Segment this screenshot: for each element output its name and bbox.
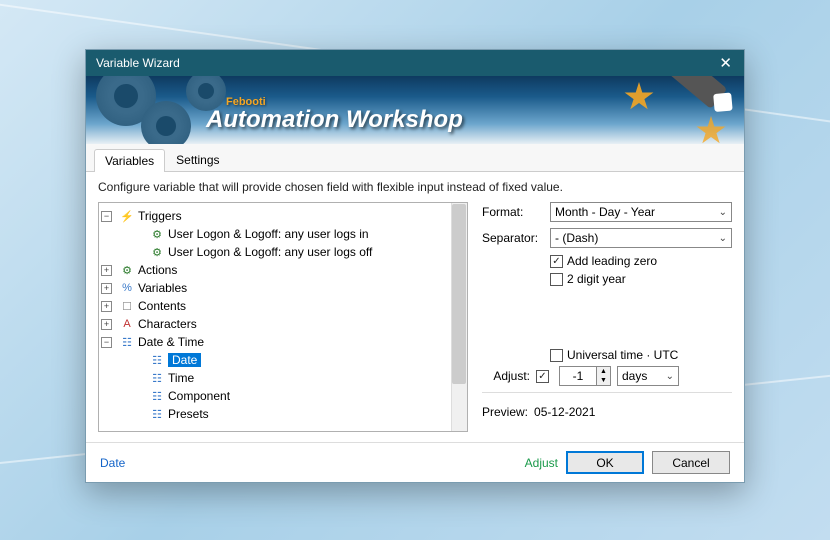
leading-zero-label: Add leading zero bbox=[567, 254, 657, 268]
tree-label[interactable]: Date & Time bbox=[138, 335, 204, 349]
pen-icon bbox=[635, 76, 743, 144]
tree-label[interactable]: Component bbox=[168, 389, 230, 403]
separator-select[interactable]: - (Dash) ⌄ bbox=[550, 228, 732, 248]
ok-button[interactable]: OK bbox=[566, 451, 644, 474]
tab-row: Variables Settings bbox=[86, 144, 744, 172]
separator-label: Separator: bbox=[482, 231, 544, 245]
expand-toggle[interactable]: + bbox=[101, 301, 112, 312]
adjust-indicator: Adjust bbox=[525, 456, 558, 470]
tree-label[interactable]: Presets bbox=[168, 407, 209, 421]
two-digit-label: 2 digit year bbox=[567, 272, 626, 286]
two-digit-checkbox[interactable] bbox=[550, 273, 563, 286]
spinner-down-icon[interactable]: ▼ bbox=[597, 376, 610, 385]
presets-icon: ☷ bbox=[150, 407, 164, 421]
adjust-label: Adjust: bbox=[482, 369, 530, 383]
brand-title: Automation Workshop bbox=[206, 106, 463, 134]
user-icon: ⚙ bbox=[150, 245, 164, 259]
tree-label[interactable]: Characters bbox=[138, 317, 197, 331]
banner: Febooti Automation Workshop bbox=[86, 76, 744, 144]
tree-label[interactable]: Time bbox=[168, 371, 194, 385]
expand-toggle[interactable]: + bbox=[101, 283, 112, 294]
tree-label[interactable]: Variables bbox=[138, 281, 187, 295]
adjust-unit-select[interactable]: days ⌄ bbox=[617, 366, 679, 386]
format-label: Format: bbox=[482, 205, 544, 219]
preview-label: Preview: bbox=[482, 405, 528, 419]
scrollbar-thumb[interactable] bbox=[452, 204, 466, 384]
calendar-icon: ☷ bbox=[150, 353, 164, 367]
adjust-spinner[interactable]: -1 ▲▼ bbox=[559, 366, 611, 386]
spinner-up-icon[interactable]: ▲ bbox=[597, 367, 610, 376]
chevron-down-icon: ⌄ bbox=[719, 207, 727, 218]
expand-toggle[interactable]: − bbox=[101, 337, 112, 348]
expand-toggle[interactable]: − bbox=[101, 211, 112, 222]
dialog-footer: Date Adjust OK Cancel bbox=[86, 442, 744, 482]
leading-zero-checkbox[interactable] bbox=[550, 255, 563, 268]
user-icon: ⚙ bbox=[150, 227, 164, 241]
adjust-value: -1 bbox=[560, 367, 596, 385]
gear-icon bbox=[141, 101, 191, 144]
gear-icon: ⚙ bbox=[120, 263, 134, 277]
tree-label[interactable]: User Logon & Logoff: any user logs off bbox=[168, 245, 372, 259]
description-text: Configure variable that will provide cho… bbox=[86, 172, 744, 202]
expand-toggle[interactable]: + bbox=[101, 319, 112, 330]
close-icon[interactable]: ✕ bbox=[713, 54, 738, 72]
document-icon: ☐ bbox=[120, 299, 134, 313]
tree-label[interactable]: Actions bbox=[138, 263, 177, 277]
bolt-icon: ⚡ bbox=[120, 209, 134, 223]
preview-value: 05-12-2021 bbox=[534, 405, 595, 419]
chevron-down-icon: ⌄ bbox=[666, 371, 674, 382]
clock-icon: ☷ bbox=[150, 371, 164, 385]
titlebar[interactable]: Variable Wizard ✕ bbox=[86, 50, 744, 76]
dialog-window: Variable Wizard ✕ Febooti Automation Wor… bbox=[85, 49, 745, 483]
format-value: Month - Day - Year bbox=[555, 205, 655, 219]
utc-label: Universal time · UTC bbox=[567, 348, 678, 362]
component-icon: ☷ bbox=[150, 389, 164, 403]
variable-tree[interactable]: −⚡Triggers ⚙User Logon & Logoff: any use… bbox=[98, 202, 468, 432]
calendar-icon: ☷ bbox=[120, 335, 134, 349]
adjust-checkbox[interactable] bbox=[536, 370, 549, 383]
character-icon: A bbox=[120, 317, 134, 331]
separator-value: - (Dash) bbox=[555, 231, 598, 245]
expand-toggle[interactable]: + bbox=[101, 265, 112, 276]
variable-icon: % bbox=[120, 281, 134, 295]
tab-variables[interactable]: Variables bbox=[94, 149, 165, 172]
adjust-unit: days bbox=[622, 369, 647, 383]
tab-settings[interactable]: Settings bbox=[165, 148, 230, 171]
format-select[interactable]: Month - Day - Year ⌄ bbox=[550, 202, 732, 222]
chevron-down-icon: ⌄ bbox=[719, 233, 727, 244]
tree-label[interactable]: Triggers bbox=[138, 209, 182, 223]
form-panel: Format: Month - Day - Year ⌄ Separator: … bbox=[482, 202, 732, 432]
tree-label[interactable]: User Logon & Logoff: any user logs in bbox=[168, 227, 369, 241]
scrollbar[interactable] bbox=[451, 203, 467, 431]
footer-link-date[interactable]: Date bbox=[100, 456, 125, 470]
tree-label-selected[interactable]: Date bbox=[168, 353, 201, 367]
utc-checkbox[interactable] bbox=[550, 349, 563, 362]
cancel-button[interactable]: Cancel bbox=[652, 451, 730, 474]
window-title: Variable Wizard bbox=[96, 56, 180, 70]
tree-label[interactable]: Contents bbox=[138, 299, 186, 313]
